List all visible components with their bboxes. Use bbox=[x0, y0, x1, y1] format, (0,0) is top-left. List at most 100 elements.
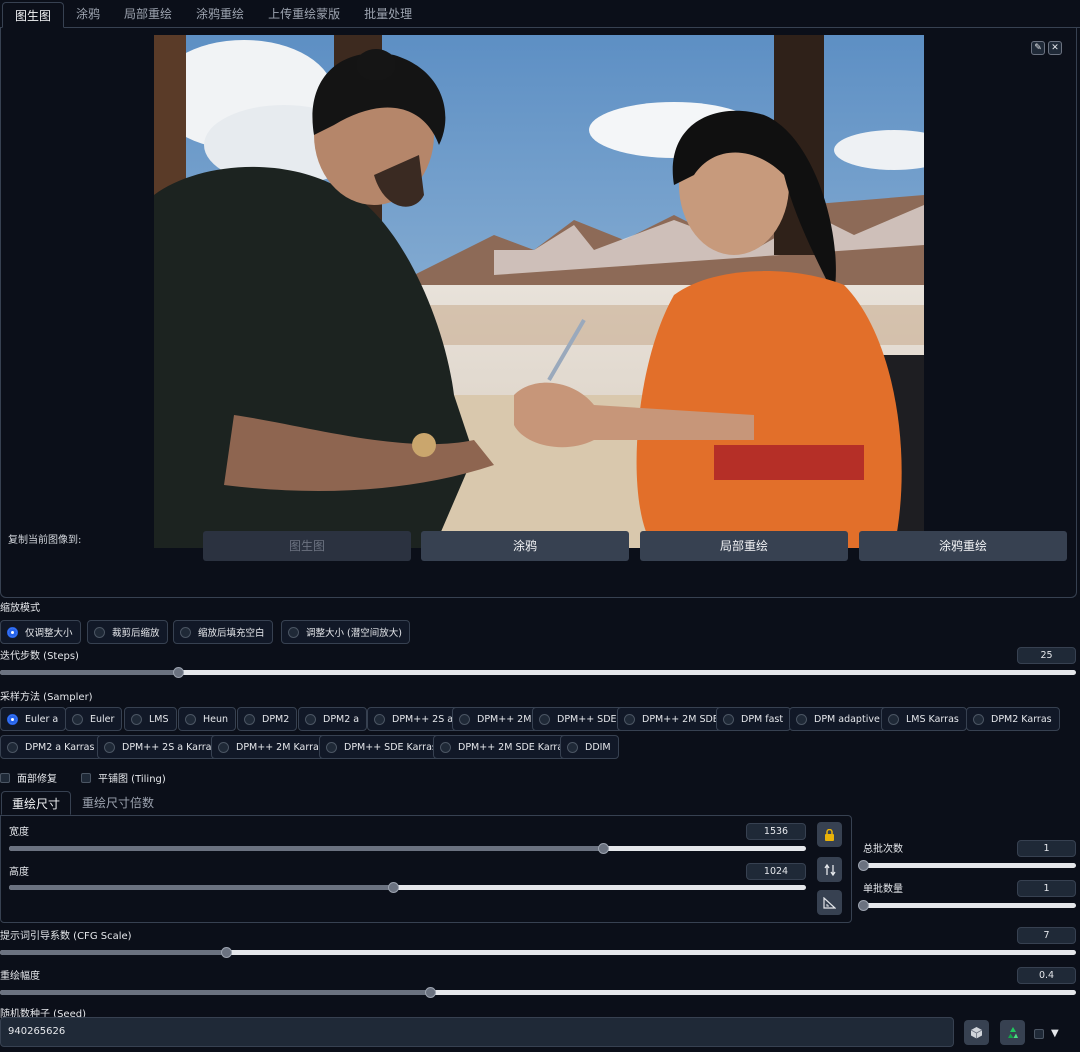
tab-resize-to[interactable]: 重绘尺寸 bbox=[1, 791, 72, 815]
copy-to-inpaint-button[interactable]: 局部重绘 bbox=[640, 531, 848, 561]
slider-fill bbox=[0, 950, 226, 955]
sampler-option-label: DPM++ 2M SDE Karras bbox=[458, 741, 569, 753]
image-panel: ✎ ✕ bbox=[0, 28, 1077, 598]
height-number-input[interactable]: 1024 bbox=[746, 863, 806, 880]
tab-inpaint-upload[interactable]: 上传重绘蒙版 bbox=[256, 1, 352, 27]
sampler-option-label: DPM2 bbox=[262, 713, 290, 725]
sampler-option[interactable]: DDIM bbox=[560, 735, 619, 759]
input-image[interactable] bbox=[154, 35, 924, 548]
reuse-seed-button[interactable] bbox=[1000, 1020, 1025, 1045]
slider-thumb[interactable] bbox=[425, 987, 437, 998]
slider-thumb[interactable] bbox=[858, 900, 869, 911]
lock-aspect-button[interactable] bbox=[817, 822, 842, 847]
cfg-scale-label: 提示词引导系数 (CFG Scale) bbox=[0, 931, 132, 942]
batch-size-number-input[interactable]: 1 bbox=[1017, 880, 1076, 897]
sampler-option[interactable]: DPM adaptive bbox=[789, 707, 888, 731]
sampler-option[interactable]: DPM++ 2M SDE bbox=[617, 707, 727, 731]
tab-resize-by[interactable]: 重绘尺寸倍数 bbox=[72, 791, 164, 815]
denoising-number-input[interactable]: 0.4 bbox=[1017, 967, 1076, 984]
steps-slider[interactable] bbox=[0, 666, 1076, 678]
sampler-option[interactable]: DPM2 bbox=[237, 707, 298, 731]
checkbox-box[interactable] bbox=[81, 772, 91, 783]
slider-track bbox=[863, 903, 1076, 908]
sampler-option[interactable]: Euler bbox=[65, 707, 123, 731]
sampler-option[interactable]: DPM++ SDE bbox=[532, 707, 625, 731]
tab-inpaint-sketch[interactable]: 涂鸦重绘 bbox=[184, 1, 256, 27]
resize-mode-option[interactable]: 调整大小 (潜空间放大) bbox=[281, 620, 410, 644]
slider-thumb[interactable] bbox=[597, 843, 609, 854]
copy-to-sketch-button[interactable]: 涂鸦 bbox=[421, 531, 629, 561]
denoising-slider[interactable] bbox=[0, 986, 1076, 998]
extra-seed-checkbox[interactable]: ▼ bbox=[1034, 1028, 1059, 1039]
slider-thumb[interactable] bbox=[220, 947, 232, 958]
sampler-option[interactable]: DPM++ 2M SDE Karras bbox=[433, 735, 577, 759]
batch-count-number-input[interactable]: 1 bbox=[1017, 840, 1076, 857]
resize-mode-option-label: 裁剪后缩放 bbox=[112, 628, 160, 639]
radio-dot bbox=[7, 626, 18, 638]
resize-mode-option[interactable]: 裁剪后缩放 bbox=[87, 620, 168, 644]
tiling-label: 平铺图 (Tiling) bbox=[98, 774, 166, 785]
slider-thumb[interactable] bbox=[388, 882, 400, 893]
sampler-option[interactable]: DPM fast bbox=[716, 707, 792, 731]
sampler-option[interactable]: DPM++ 2S a Karras bbox=[97, 735, 225, 759]
sampler-option[interactable]: Heun bbox=[178, 707, 237, 731]
sampler-option[interactable]: LMS Karras bbox=[881, 707, 967, 731]
restore-faces-checkbox[interactable]: 面部修复 bbox=[0, 770, 57, 785]
steps-label: 迭代步数 (Steps) bbox=[0, 651, 79, 662]
tiling-checkbox[interactable]: 平铺图 (Tiling) bbox=[81, 770, 166, 785]
sampler-option[interactable]: DPM++ SDE Karras bbox=[319, 735, 445, 759]
sampler-option[interactable]: Euler a bbox=[0, 707, 67, 731]
slider-fill bbox=[9, 846, 603, 851]
copy-to-inpaint-sketch-button[interactable]: 涂鸦重绘 bbox=[859, 531, 1067, 561]
swap-dimensions-button[interactable] bbox=[817, 857, 842, 882]
batch-count-slider[interactable] bbox=[858, 859, 1076, 871]
radio-dot bbox=[7, 741, 18, 753]
sampler-option-label: DPM++ 2M Karras bbox=[236, 741, 324, 753]
sampler-option[interactable]: DPM2 a Karras bbox=[0, 735, 103, 759]
radio-dot bbox=[440, 741, 451, 753]
sampler-label: 采样方法 (Sampler) bbox=[0, 692, 93, 703]
cfg-scale-slider[interactable] bbox=[0, 946, 1076, 958]
tab-batch[interactable]: 批量处理 bbox=[352, 1, 424, 27]
radio-dot bbox=[72, 713, 83, 725]
checkbox-box[interactable] bbox=[1034, 1028, 1044, 1039]
detect-size-button[interactable] bbox=[817, 890, 842, 915]
width-label: 宽度 bbox=[9, 827, 29, 838]
sampler-option-label: DPM++ 2S a Karras bbox=[122, 741, 217, 753]
radio-dot bbox=[459, 713, 470, 725]
width-number-input[interactable]: 1536 bbox=[746, 823, 806, 840]
slider-fill bbox=[0, 990, 431, 995]
sampler-option[interactable]: DPM++ 2M Karras bbox=[211, 735, 332, 759]
radio-dot bbox=[305, 713, 316, 725]
slider-thumb[interactable] bbox=[172, 667, 184, 678]
sampler-option[interactable]: DPM2 Karras bbox=[966, 707, 1060, 731]
sampler-option[interactable]: DPM2 a bbox=[298, 707, 368, 731]
checkbox-box[interactable] bbox=[0, 772, 10, 783]
close-image-icon[interactable]: ✕ bbox=[1048, 41, 1062, 55]
edit-image-icon[interactable]: ✎ bbox=[1031, 41, 1045, 55]
slider-thumb[interactable] bbox=[858, 860, 869, 871]
sampler-option[interactable]: LMS bbox=[124, 707, 177, 731]
radio-dot bbox=[796, 713, 807, 725]
steps-number-input[interactable]: 25 bbox=[1017, 647, 1076, 664]
sampler-option-label: DPM2 a bbox=[323, 713, 360, 725]
resize-mode-option[interactable]: 缩放后填充空白 bbox=[173, 620, 273, 644]
sampler-option[interactable]: DPM++ 2S a bbox=[367, 707, 462, 731]
expand-triangle-icon[interactable]: ▼ bbox=[1051, 1028, 1059, 1039]
seed-input[interactable]: 940265626 bbox=[0, 1017, 954, 1047]
copy-to-img2img-button[interactable]: 图生图 bbox=[203, 531, 411, 561]
width-slider[interactable] bbox=[9, 842, 806, 854]
tab-img2img[interactable]: 图生图 bbox=[2, 2, 65, 28]
tab-inpaint[interactable]: 局部重绘 bbox=[112, 1, 184, 27]
resize-mode-option[interactable]: 仅调整大小 bbox=[0, 620, 81, 644]
tab-sketch[interactable]: 涂鸦 bbox=[64, 1, 112, 27]
batch-size-slider[interactable] bbox=[858, 899, 1076, 911]
sampler-option[interactable]: DPM++ 2M bbox=[452, 707, 540, 731]
dice-icon bbox=[970, 1027, 983, 1039]
restore-faces-label: 面部修复 bbox=[17, 774, 57, 785]
radio-dot bbox=[104, 741, 115, 753]
cfg-scale-number-input[interactable]: 7 bbox=[1017, 927, 1076, 944]
random-seed-button[interactable] bbox=[964, 1020, 989, 1045]
input-image-picture bbox=[154, 35, 924, 548]
height-slider[interactable] bbox=[9, 881, 806, 893]
